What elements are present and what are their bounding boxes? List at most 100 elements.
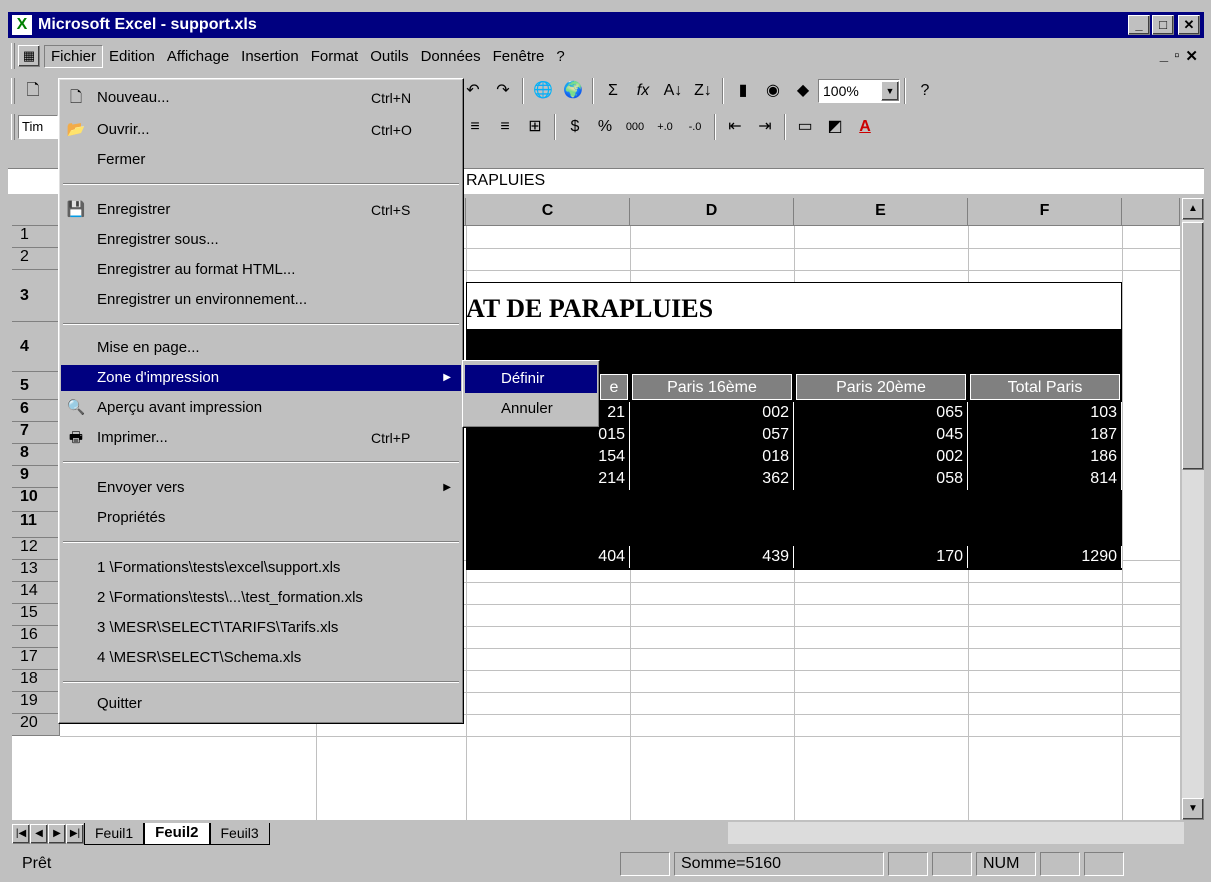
prev-sheet-icon[interactable]: ◀: [30, 824, 48, 844]
menu-item-enregistrer-environnement[interactable]: Enregistrer un environnement...: [61, 287, 461, 313]
menu-item-fermer[interactable]: Fermer: [61, 147, 461, 173]
row-header[interactable]: 20: [12, 714, 60, 736]
doc-close-button[interactable]: ✕: [1185, 47, 1198, 65]
vertical-scrollbar[interactable]: ▲ ▼: [1182, 198, 1204, 820]
excel-icon[interactable]: X: [12, 15, 32, 35]
sort-descending-icon[interactable]: Z↓: [690, 78, 716, 104]
menu-fenetre[interactable]: Fenêtre: [487, 46, 551, 67]
table-cell[interactable]: 814: [968, 468, 1122, 490]
menu-help[interactable]: ?: [550, 46, 570, 67]
scroll-down-icon[interactable]: ▼: [1182, 798, 1204, 820]
horizontal-scrollbar[interactable]: [728, 822, 1184, 844]
menu-item-proprietes[interactable]: Propriétés: [61, 505, 461, 531]
scroll-up-icon[interactable]: ▲: [1182, 198, 1204, 220]
header-cell[interactable]: Total Paris: [970, 374, 1120, 400]
row-header[interactable]: 9: [12, 466, 60, 488]
menu-item-mise-en-page[interactable]: Mise en page...: [61, 335, 461, 361]
menu-item-ouvrir[interactable]: 📂 Ouvrir... Ctrl+O: [61, 117, 461, 143]
row-header[interactable]: 14: [12, 582, 60, 604]
row-header[interactable]: 10: [12, 488, 60, 512]
menu-item-enregistrer[interactable]: 💾 Enregistrer Ctrl+S: [61, 197, 461, 223]
menu-affichage[interactable]: Affichage: [161, 46, 235, 67]
select-all-corner[interactable]: [12, 198, 60, 226]
map-icon[interactable]: ◉: [760, 78, 786, 104]
menu-edition[interactable]: Edition: [103, 46, 161, 67]
menu-donnees[interactable]: Données: [415, 46, 487, 67]
table-cell[interactable]: 154: [466, 446, 630, 468]
new-icon[interactable]: 🗋: [20, 78, 46, 104]
menu-item-recent-2[interactable]: 2 \Formations\tests\...\test_formation.x…: [61, 585, 461, 611]
borders-icon[interactable]: ▭: [792, 114, 818, 140]
total-cell[interactable]: 439: [630, 546, 794, 568]
table-cell[interactable]: 362: [630, 468, 794, 490]
menu-item-enregistrer-html[interactable]: Enregistrer au format HTML...: [61, 257, 461, 283]
row-header[interactable]: 6: [12, 400, 60, 422]
table-cell[interactable]: 018: [630, 446, 794, 468]
table-cell[interactable]: 045: [794, 424, 968, 446]
thousands-icon[interactable]: 000: [622, 114, 648, 140]
sheet-tab[interactable]: Feuil3: [209, 823, 270, 845]
help-icon[interactable]: ?: [912, 78, 938, 104]
decrease-decimal-icon[interactable]: -.0: [682, 114, 708, 140]
row-header[interactable]: 2: [12, 248, 60, 270]
toolbar-grip[interactable]: [11, 114, 15, 140]
increase-decimal-icon[interactable]: +.0: [652, 114, 678, 140]
menu-fichier[interactable]: Fichier: [44, 44, 104, 68]
row-header[interactable]: 19: [12, 692, 60, 714]
row-header[interactable]: 11: [12, 512, 60, 538]
next-sheet-icon[interactable]: ▶: [48, 824, 66, 844]
row-header[interactable]: 3: [12, 270, 60, 322]
hyperlink-icon[interactable]: 🌐: [530, 78, 556, 104]
chart-wizard-icon[interactable]: ▮: [730, 78, 756, 104]
toolbar-grip[interactable]: [11, 78, 15, 104]
table-cell[interactable]: 103: [968, 402, 1122, 424]
row-header[interactable]: 16: [12, 626, 60, 648]
menu-insertion[interactable]: Insertion: [235, 46, 305, 67]
header-cell[interactable]: Paris 20ème: [796, 374, 966, 400]
row-header[interactable]: 17: [12, 648, 60, 670]
sheet-tab[interactable]: Feuil1: [84, 823, 145, 845]
redo-icon[interactable]: ↷: [490, 78, 516, 104]
chevron-down-icon[interactable]: ▼: [881, 81, 899, 101]
table-cell[interactable]: 057: [630, 424, 794, 446]
drawing-icon[interactable]: ◆: [790, 78, 816, 104]
menu-outils[interactable]: Outils: [364, 46, 414, 67]
table-cell[interactable]: 058: [794, 468, 968, 490]
col-header-c[interactable]: C: [466, 198, 630, 226]
scroll-thumb[interactable]: [1182, 222, 1204, 470]
doc-restore-button[interactable]: ▫: [1174, 47, 1179, 65]
function-icon[interactable]: fx: [630, 78, 656, 104]
table-cell[interactable]: 187: [968, 424, 1122, 446]
font-color-icon[interactable]: A: [852, 114, 878, 140]
row-header[interactable]: 13: [12, 560, 60, 582]
menu-grip[interactable]: [11, 43, 15, 69]
workbook-icon[interactable]: ▦: [18, 45, 40, 67]
menu-item-zone-impression[interactable]: Zone d'impression ▶: [61, 365, 461, 391]
decrease-indent-icon[interactable]: ⇤: [722, 114, 748, 140]
header-cell[interactable]: e: [600, 374, 628, 400]
menu-item-apercu[interactable]: 🔍 Aperçu avant impression: [61, 395, 461, 421]
row-header[interactable]: 18: [12, 670, 60, 692]
table-cell[interactable]: 065: [794, 402, 968, 424]
col-header-f[interactable]: F: [968, 198, 1122, 226]
align-center-icon[interactable]: ≡: [462, 114, 488, 140]
menu-item-nouveau[interactable]: 🗋 Nouveau... Ctrl+N: [61, 85, 461, 111]
row-header[interactable]: 15: [12, 604, 60, 626]
menu-format[interactable]: Format: [305, 46, 365, 67]
table-cell[interactable]: 186: [968, 446, 1122, 468]
increase-indent-icon[interactable]: ⇥: [752, 114, 778, 140]
menu-item-recent-3[interactable]: 3 \MESR\SELECT\TARIFS\Tarifs.xls: [61, 615, 461, 641]
menu-item-envoyer-vers[interactable]: Envoyer vers ▶: [61, 475, 461, 501]
table-cell[interactable]: 214: [466, 468, 630, 490]
last-sheet-icon[interactable]: ▶|: [66, 824, 84, 844]
table-cell[interactable]: 002: [794, 446, 968, 468]
col-header-g[interactable]: [1122, 198, 1180, 226]
minimize-button[interactable]: _: [1128, 15, 1150, 35]
table-cell[interactable]: 002: [630, 402, 794, 424]
autosum-icon[interactable]: Σ: [600, 78, 626, 104]
total-cell[interactable]: 170: [794, 546, 968, 568]
row-header[interactable]: 7: [12, 422, 60, 444]
col-header-d[interactable]: D: [630, 198, 794, 226]
menu-item-recent-1[interactable]: 1 \Formations\tests\excel\support.xls: [61, 555, 461, 581]
close-button[interactable]: ✕: [1178, 15, 1200, 35]
